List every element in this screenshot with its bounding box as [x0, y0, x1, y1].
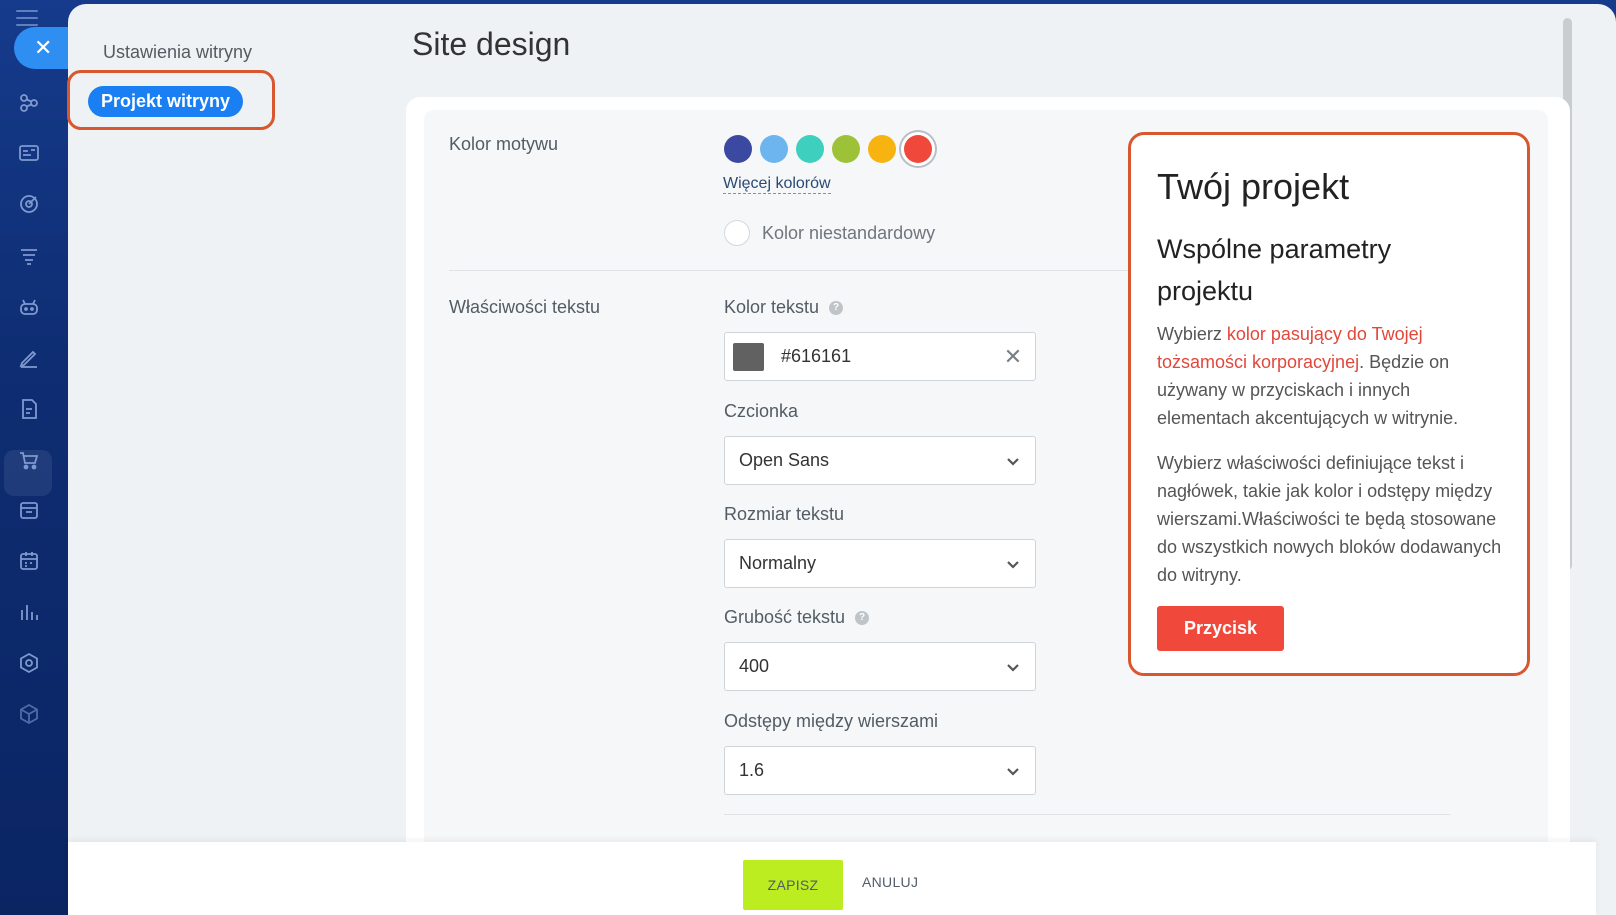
preview-title: Twój projekt	[1157, 166, 1350, 207]
custom-color-label: Kolor niestandardowy	[762, 223, 936, 243]
theme-color-swatch[interactable]	[796, 135, 824, 163]
nav-site-settings[interactable]: Ustawienia witryny	[103, 42, 252, 63]
font-label: Czcionka	[724, 401, 798, 422]
close-icon: ✕	[34, 35, 53, 60]
cancel-button[interactable]: ANULUJ	[862, 874, 918, 890]
weight-select-value: 400	[739, 656, 770, 676]
size-label-text: Rozmiar tekstu	[724, 504, 845, 524]
inventory-icon[interactable]	[16, 497, 42, 523]
tasks-icon[interactable]	[16, 191, 42, 217]
nav-site-design[interactable]: Projekt witryny	[88, 86, 244, 117]
text-color-value: #616161	[781, 346, 852, 366]
theme-color-swatch[interactable]	[832, 135, 860, 163]
section-divider	[449, 270, 1129, 271]
robots-icon[interactable]	[16, 294, 42, 320]
theme-color-swatch[interactable]	[760, 135, 788, 163]
marketing-icon[interactable]	[16, 243, 42, 269]
preview-subtitle: Wspólne parametry projektu	[1157, 234, 1392, 306]
more-colors-link[interactable]: Więcej kolorów	[723, 175, 831, 194]
theme-color-label: Kolor motywu	[449, 134, 559, 154]
help-icon[interactable]: ?	[829, 300, 844, 315]
market-icon[interactable]	[16, 701, 42, 727]
line-height-select-value: 1.6	[739, 760, 765, 780]
preview-button[interactable]: Przycisk	[1157, 606, 1284, 651]
line-height-select[interactable]: 1.6	[724, 746, 1036, 795]
line-height-label: Odstępy między wierszami	[724, 711, 938, 732]
hamburger-menu-icon[interactable]	[16, 10, 38, 26]
text-properties-label: Właściwości tekstu	[449, 297, 601, 317]
sites-icon[interactable]	[16, 90, 42, 116]
size-select[interactable]: Normalny	[724, 539, 1036, 588]
analytics-icon[interactable]	[16, 599, 42, 625]
preview-paragraph-2: Wybierz właściwości definiujące tekst i …	[1157, 453, 1502, 585]
shop-icon[interactable]	[16, 447, 42, 473]
left-rail: ✕	[0, 0, 74, 915]
text-color-label-text: Kolor tekstu	[724, 297, 820, 317]
automation-icon[interactable]	[16, 650, 42, 676]
chevron-down-icon	[991, 763, 1035, 779]
help-icon[interactable]: ?	[855, 610, 870, 625]
preview-p1-prefix: Wybierz	[1157, 324, 1227, 344]
chevron-down-icon	[991, 453, 1035, 469]
chevron-down-icon	[991, 659, 1035, 675]
save-button[interactable]: ZAPISZ	[743, 860, 843, 910]
preview-paragraph-1: Wybierz kolor pasujący do Twojej tożsamo…	[1157, 320, 1502, 432]
font-select[interactable]: Open Sans	[724, 436, 1036, 485]
weight-label: Grubość tekstu ?	[724, 607, 870, 628]
section-divider	[724, 814, 1450, 815]
crm-icon[interactable]	[16, 140, 42, 166]
weight-select[interactable]: 400	[724, 642, 1036, 691]
theme-color-swatch[interactable]	[868, 135, 896, 163]
booking-icon[interactable]	[16, 548, 42, 574]
color-preview-chip[interactable]	[733, 342, 764, 371]
chevron-down-icon	[991, 556, 1035, 572]
size-label: Rozmiar tekstu	[724, 504, 844, 525]
clear-icon[interactable]: ✕	[991, 344, 1035, 370]
line-height-label-text: Odstępy między wierszami	[724, 711, 939, 731]
docs-icon[interactable]	[16, 396, 42, 422]
text-color-input[interactable]: #616161 ✕	[724, 332, 1036, 381]
close-slider-button[interactable]: ✕	[14, 27, 74, 69]
page-title: Site design	[412, 26, 571, 62]
theme-color-swatch[interactable]	[904, 135, 932, 163]
weight-label-text: Grubość tekstu	[724, 607, 846, 627]
text-color-label: Kolor tekstu ?	[724, 297, 844, 318]
size-select-value: Normalny	[739, 553, 817, 573]
sign-icon[interactable]	[16, 345, 42, 371]
font-select-value: Open Sans	[739, 450, 830, 470]
font-label-text: Czcionka	[724, 401, 799, 421]
theme-color-swatch[interactable]	[724, 135, 752, 163]
custom-color-radio[interactable]	[724, 220, 750, 246]
